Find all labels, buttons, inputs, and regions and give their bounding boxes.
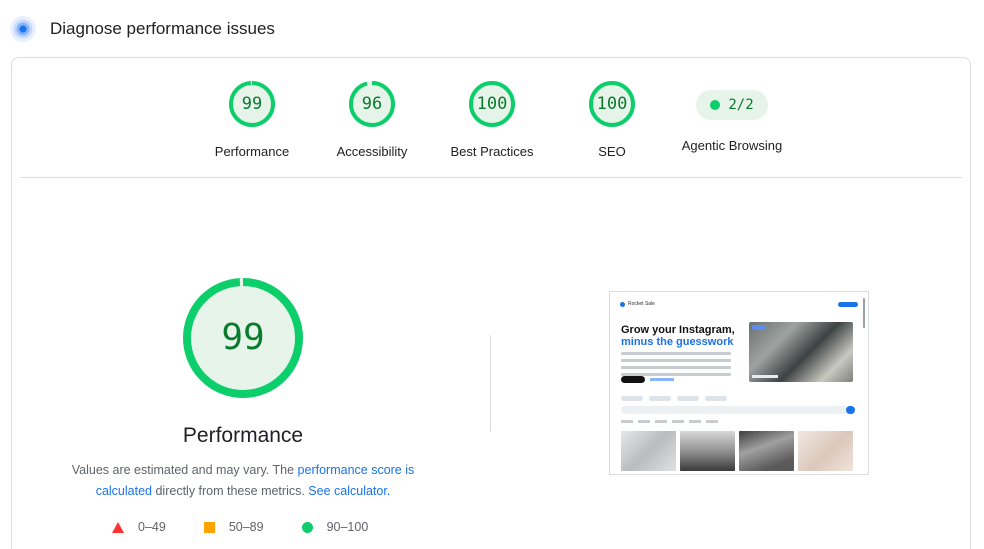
see-calculator-link[interactable]: See calculator. <box>308 484 390 498</box>
gauge-label: SEO <box>598 144 626 159</box>
gauge-agentic-browsing[interactable]: 2/2 Agentic Browsing <box>667 80 797 153</box>
desc-text: Values are estimated and may vary. The <box>71 463 298 477</box>
gauge-accessibility[interactable]: 96 Accessibility <box>307 80 437 159</box>
section-header: Diagnose performance issues <box>10 12 275 46</box>
gauge-best-practices[interactable]: 100 Best Practices <box>427 80 557 159</box>
category-gauges: 99 Performance 96 Accessibility 100 Best… <box>12 58 970 178</box>
final-screenshot[interactable]: Rocket Sale Grow your Instagram, minus t… <box>609 291 869 475</box>
thumbnail-image <box>680 431 735 471</box>
screenshot-headline: Grow your Instagram, minus the guesswork <box>621 324 751 348</box>
performance-big-gauge: 99 <box>182 277 304 399</box>
screenshot-cta <box>838 301 858 307</box>
agentic-score: 2/2 <box>728 97 754 113</box>
gauge-score: 100 <box>596 94 628 114</box>
performance-description: Values are estimated and may vary. The p… <box>52 460 434 502</box>
legend-fail: 0–49 <box>112 520 166 534</box>
gauge-performance[interactable]: 99 Performance <box>187 80 317 159</box>
performance-big-score: 99 <box>221 317 265 358</box>
screenshot-search <box>621 406 855 414</box>
screenshot-nav: Rocket Sale <box>620 300 858 308</box>
lighthouse-icon <box>10 16 36 42</box>
screenshot-scrollbar <box>863 298 865 328</box>
legend-pass: 90–100 <box>301 520 369 534</box>
gauge-label: Performance <box>214 144 290 159</box>
agentic-score-pill: 2/2 <box>696 90 768 120</box>
section-title: Diagnose performance issues <box>50 19 275 38</box>
vertical-divider <box>490 335 491 431</box>
circle-icon <box>301 521 313 533</box>
screenshot-thumbnails <box>621 431 853 471</box>
screenshot-brand: Rocket Sale <box>628 301 655 307</box>
gauge-score: 96 <box>361 94 383 114</box>
screenshot-search-button <box>846 406 855 414</box>
desc-text: directly from these metrics. <box>152 484 309 498</box>
gauge-seo[interactable]: 100 SEO <box>547 80 677 159</box>
screenshot-link <box>650 378 674 381</box>
legend-range: 50–89 <box>228 520 264 534</box>
performance-title: Performance <box>182 424 304 447</box>
legend-average: 50–89 <box>203 520 264 534</box>
score-legend: 0–49 50–89 90–100 <box>112 520 406 534</box>
square-icon <box>203 521 215 533</box>
legend-range: 0–49 <box>138 520 166 534</box>
screenshot-tabs <box>621 420 718 423</box>
headline-line: minus the guesswork <box>621 336 734 348</box>
headline-line: Grow your Instagram, <box>621 324 735 336</box>
screenshot-hero-tag <box>752 325 766 330</box>
triangle-icon <box>112 521 124 533</box>
gauge-score: 100 <box>476 94 508 114</box>
gauge-label: Accessibility <box>336 144 408 159</box>
screenshot-hero-caption <box>752 375 778 378</box>
thumbnail-image <box>621 431 676 471</box>
screenshot-chips <box>621 396 727 401</box>
gauge-score: 99 <box>241 94 263 114</box>
legend-range: 90–100 <box>326 520 369 534</box>
screenshot-navlinks <box>838 301 858 307</box>
gauge-label: Agentic Browsing <box>681 138 783 153</box>
thumbnail-image <box>739 431 794 471</box>
divider <box>20 177 962 178</box>
screenshot-hero-image <box>749 322 853 382</box>
pass-dot-icon <box>710 100 721 110</box>
thumbnail-image <box>798 431 853 471</box>
screenshot-button <box>621 376 645 383</box>
brand-logo-icon <box>620 301 625 307</box>
gauge-label: Best Practices <box>450 144 534 159</box>
report-card: 99 Performance 96 Accessibility 100 Best… <box>11 57 971 549</box>
